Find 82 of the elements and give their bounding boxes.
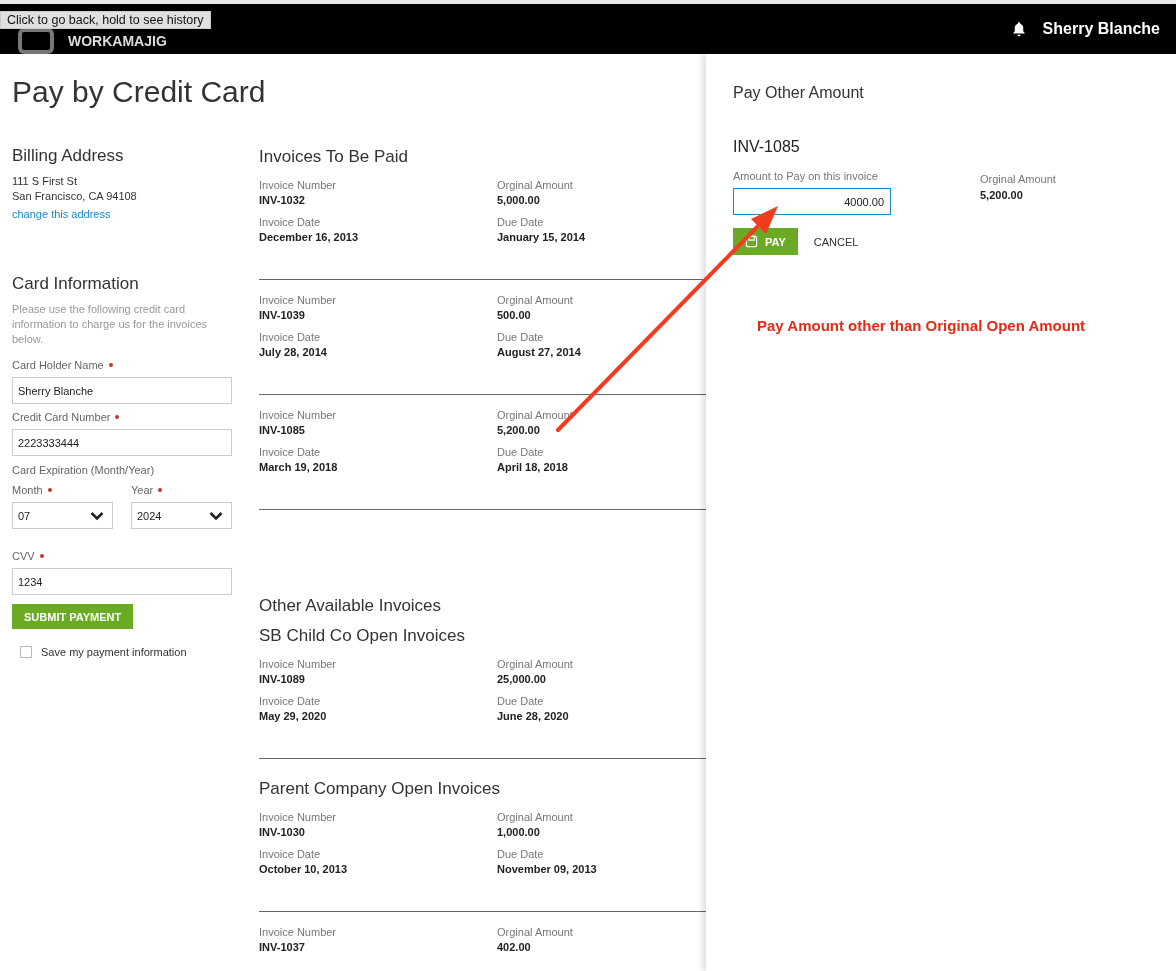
invoice-date-label: Invoice Date xyxy=(259,695,321,707)
due-date-label: Due Date xyxy=(497,216,544,228)
chevron-down-icon xyxy=(209,510,223,521)
invoice-number-label: Invoice Number xyxy=(259,658,337,670)
dropdown[interactable]: 07 xyxy=(12,502,113,529)
amount-field[interactable]: 4000.00 xyxy=(733,188,891,215)
original-amount: 5,200.00 xyxy=(497,424,540,436)
invoice-date: March 19, 2018 xyxy=(259,461,338,473)
section-title: Card Information xyxy=(12,274,139,294)
amount-label: Orginal Amount xyxy=(980,173,1056,185)
original-amount: 500.00 xyxy=(497,309,531,321)
group-title: SB Child Co Open Invoices xyxy=(259,626,466,646)
invoice-number-label: Invoice Number xyxy=(259,409,337,421)
invoice-number: INV-1037 xyxy=(259,941,305,953)
invoice-date: December 16, 2013 xyxy=(259,231,359,243)
browser-tooltip: Click to go back, hold to see history xyxy=(0,11,211,29)
checkbox[interactable] xyxy=(20,646,32,658)
section-title: Billing Address xyxy=(12,146,124,166)
original-amount: 25,000.00 xyxy=(497,673,546,685)
original-amount: 5,000.00 xyxy=(497,194,540,206)
invoice-date: May 29, 2020 xyxy=(259,710,327,722)
invoice-number-label: Invoice Number xyxy=(259,179,337,191)
due-date: January 15, 2014 xyxy=(497,231,586,243)
field-label: Credit Card Number xyxy=(12,411,111,423)
invoice-number-label: Invoice Number xyxy=(259,811,337,823)
cvv-field[interactable]: 1234 xyxy=(12,568,232,595)
card-number-field[interactable]: 2223333444 xyxy=(12,429,232,456)
invoice-number-label: Invoice Number xyxy=(259,926,337,938)
due-date-label: Due Date xyxy=(497,331,544,343)
amount-label: Orginal Amount xyxy=(497,658,573,670)
original-amount: 5,200.00 xyxy=(980,189,1024,201)
amount-label: Orginal Amount xyxy=(497,294,573,306)
invoice-number: INV-1030 xyxy=(259,826,305,838)
invoice-date: October 10, 2013 xyxy=(259,863,348,875)
invoice-date-label: Invoice Date xyxy=(259,216,321,228)
change-address-link[interactable]: change this address xyxy=(12,208,111,220)
checkbox-label: Save my payment information xyxy=(41,646,187,658)
invoice-number-label: Invoice Number xyxy=(259,294,337,306)
due-date-label: Due Date xyxy=(497,848,544,860)
invoice-date-label: Invoice Date xyxy=(259,331,321,343)
amount-label: Orginal Amount xyxy=(497,811,573,823)
address-line: San Francisco, CA 94108 xyxy=(12,189,137,204)
invoice-date-label: Invoice Date xyxy=(259,446,321,458)
field-label: Card Holder Name xyxy=(12,359,104,371)
chevron-down-icon xyxy=(90,510,104,521)
original-amount: 1,000.00 xyxy=(497,826,540,838)
invoice-number: INV-1085 xyxy=(733,138,801,156)
cancel-button[interactable]: CANCEL xyxy=(813,235,859,248)
card-holder-field[interactable]: Sherry Blanche xyxy=(12,377,232,404)
invoice-number: INV-1032 xyxy=(259,194,305,206)
section-title: Other Available Invoices xyxy=(259,596,443,616)
dropdown[interactable]: 2024 xyxy=(131,502,232,529)
due-date-label: Due Date xyxy=(497,446,544,458)
panel-title: Pay Other Amount xyxy=(733,84,865,102)
due-date: April 18, 2018 xyxy=(497,461,568,473)
field-label: Month xyxy=(12,484,43,496)
invoice-date: July 28, 2014 xyxy=(259,346,327,358)
user-name[interactable]: Sherry Blanche xyxy=(1042,20,1160,38)
field-label: Year xyxy=(131,484,154,496)
page-title: Pay by Credit Card xyxy=(12,76,266,108)
save-icon xyxy=(745,235,758,248)
expiration-label: Card Expiration (Month/Year) xyxy=(12,464,155,476)
invoice-number: INV-1039 xyxy=(259,309,305,321)
amount-label: Orginal Amount xyxy=(497,179,573,191)
original-amount: 402.00 xyxy=(497,941,531,953)
group-title: Parent Company Open Invoices xyxy=(259,779,501,799)
logo-text: WORKAMAJIG xyxy=(68,33,167,49)
invoice-date-label: Invoice Date xyxy=(259,848,321,860)
amount-label: Orginal Amount xyxy=(497,926,573,938)
due-date: November 09, 2013 xyxy=(497,863,597,875)
address-line: 111 S First St xyxy=(12,174,77,189)
due-date: August 27, 2014 xyxy=(497,346,581,358)
field-label: CVV xyxy=(12,550,35,562)
due-date: June 28, 2020 xyxy=(497,710,569,722)
invoice-number: INV-1089 xyxy=(259,673,305,685)
section-title: Invoices To Be Paid xyxy=(259,147,409,167)
invoice-number: INV-1085 xyxy=(259,424,305,436)
help-text: Please use the following credit card information to charge us for the invoices below. xyxy=(12,302,209,347)
annotation-text: Pay Amount other than Original Open Amount xyxy=(757,317,1087,334)
notification-bell-icon[interactable] xyxy=(1010,21,1027,37)
amount-to-pay-label: Amount to Pay on this invoice xyxy=(733,170,878,182)
due-date-label: Due Date xyxy=(497,695,544,707)
